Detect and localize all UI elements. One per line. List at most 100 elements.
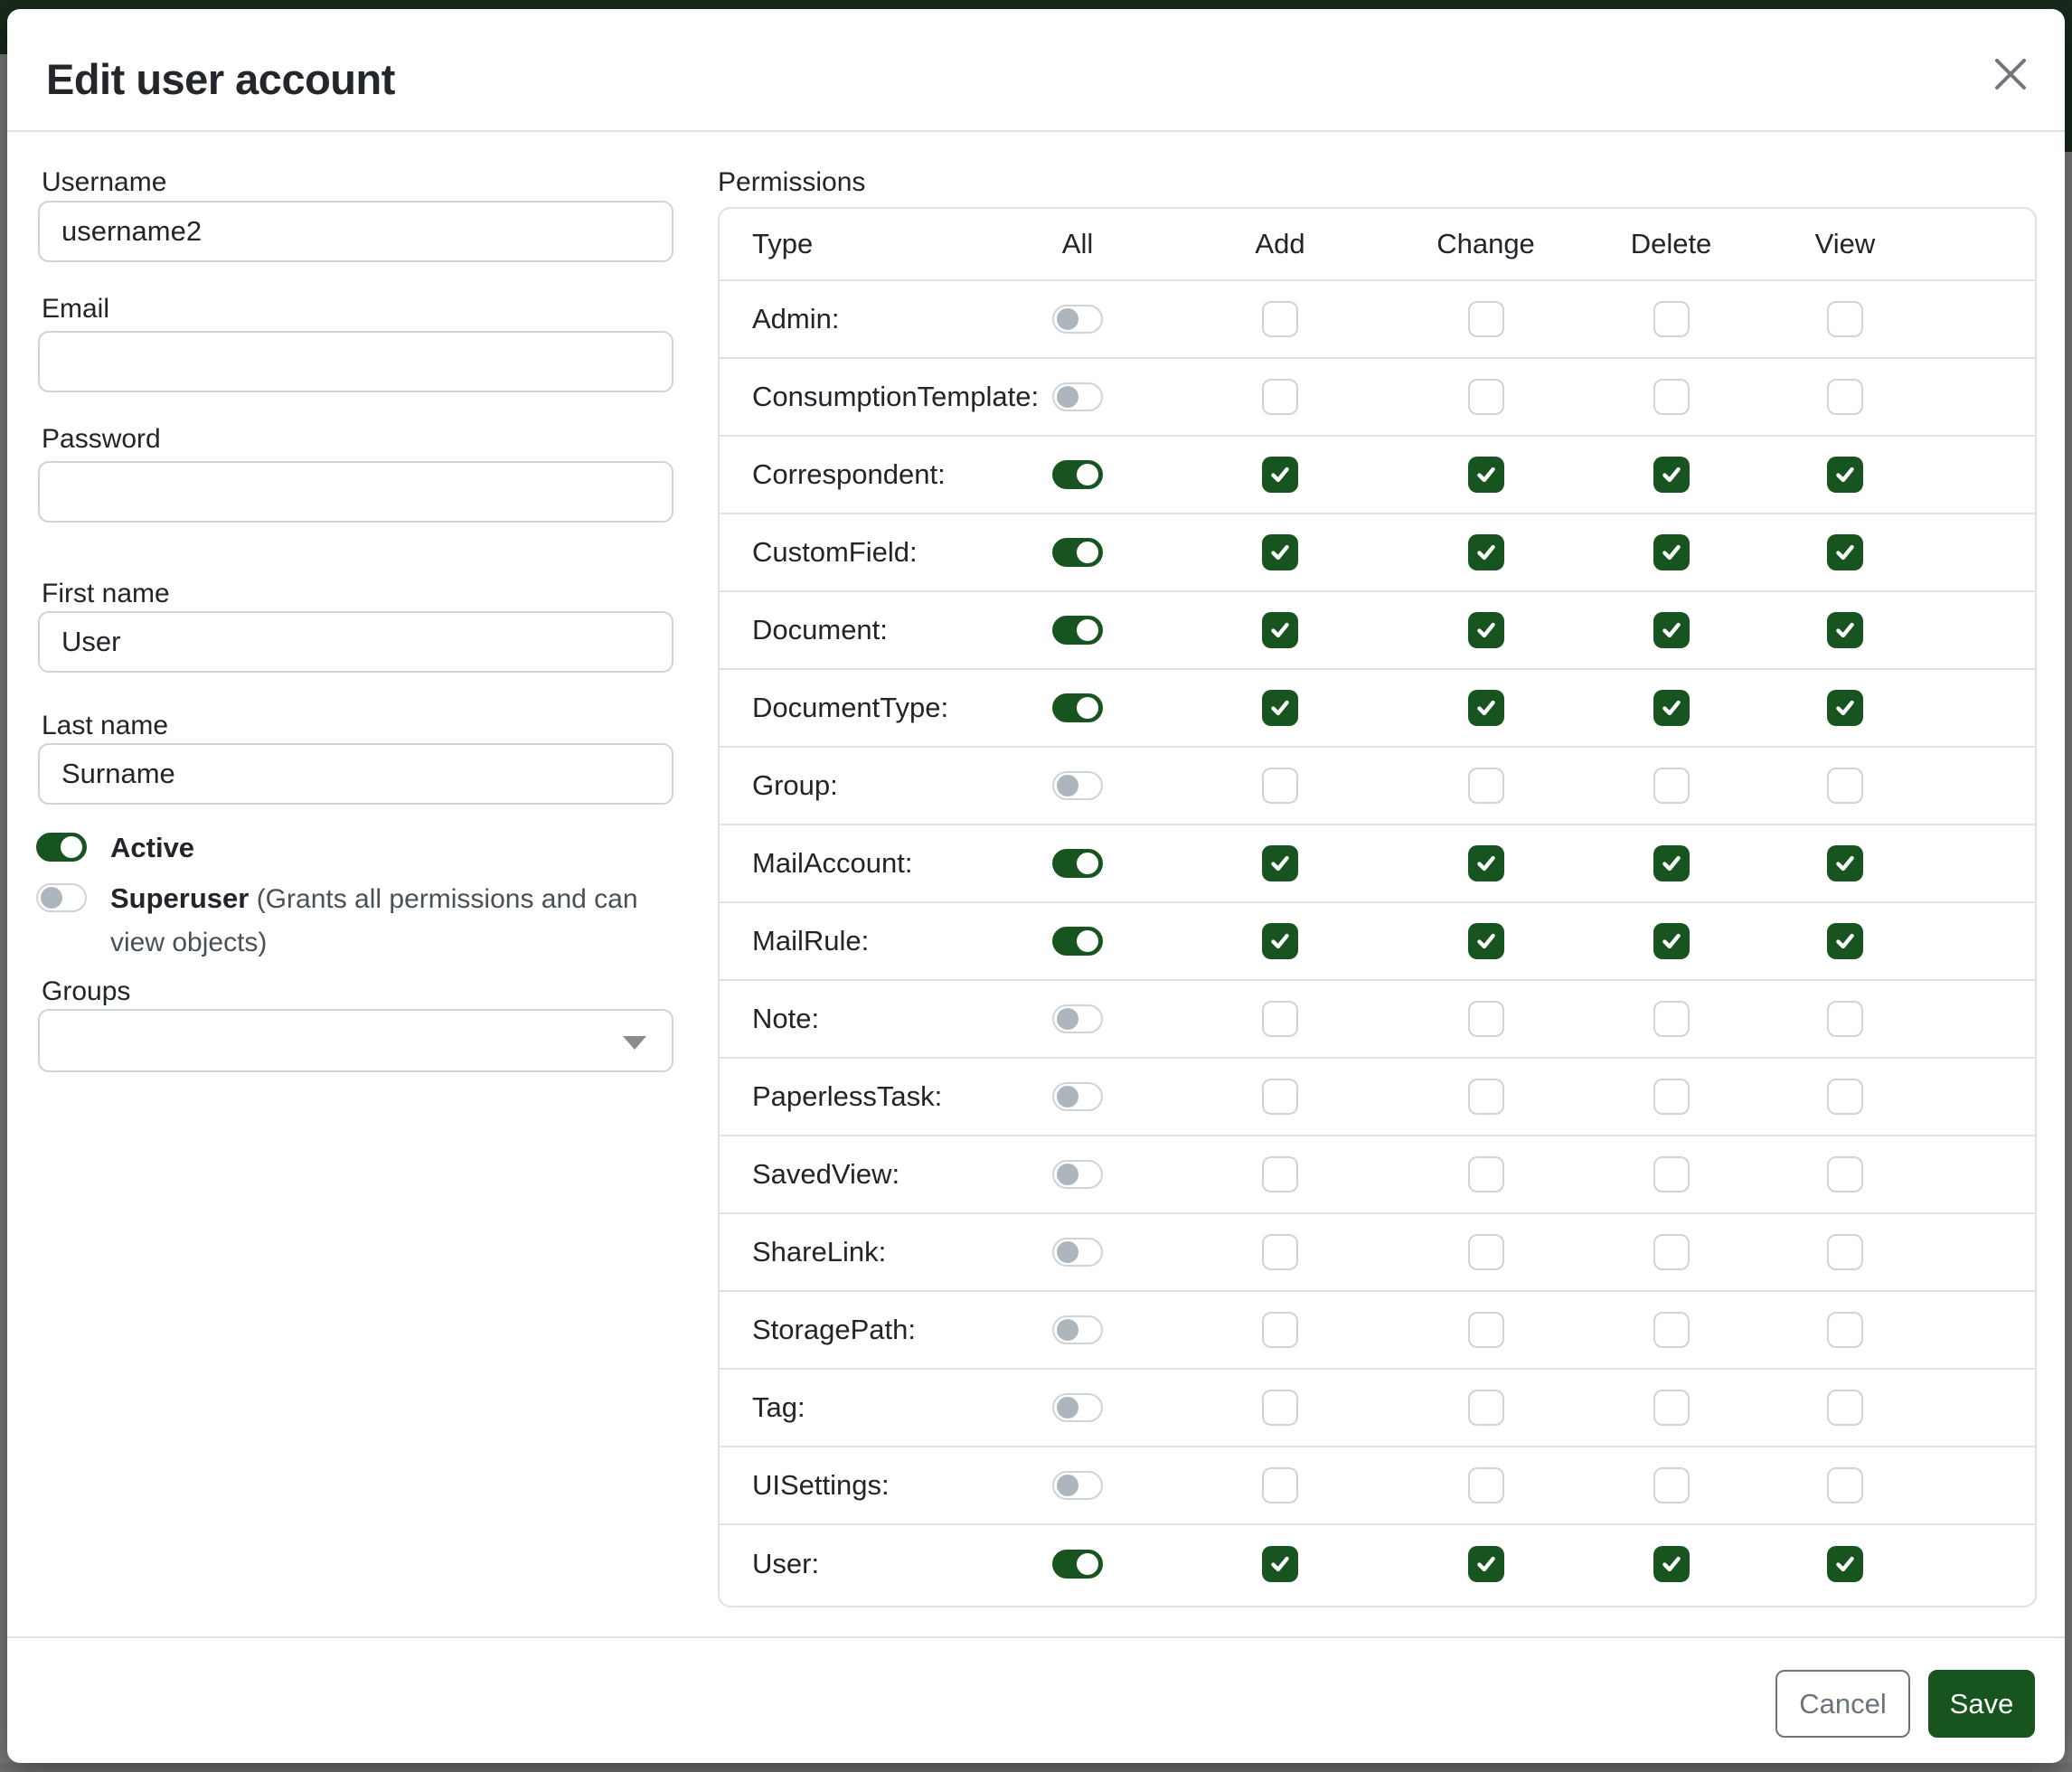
username-field[interactable] bbox=[38, 201, 673, 262]
delete-checkbox[interactable] bbox=[1653, 1234, 1690, 1270]
add-checkbox[interactable] bbox=[1262, 612, 1298, 648]
add-checkbox[interactable] bbox=[1262, 1390, 1298, 1426]
delete-checkbox[interactable] bbox=[1653, 768, 1690, 804]
add-checkbox[interactable] bbox=[1262, 1467, 1298, 1503]
change-checkbox[interactable] bbox=[1468, 1546, 1504, 1582]
delete-checkbox[interactable] bbox=[1653, 923, 1690, 959]
change-checkbox[interactable] bbox=[1468, 923, 1504, 959]
first-name-field[interactable] bbox=[38, 611, 673, 673]
all-toggle[interactable] bbox=[1052, 460, 1103, 489]
all-toggle[interactable] bbox=[1052, 927, 1103, 956]
all-toggle[interactable] bbox=[1052, 693, 1103, 722]
change-checkbox[interactable] bbox=[1468, 534, 1504, 570]
change-checkbox[interactable] bbox=[1468, 379, 1504, 415]
all-toggle[interactable] bbox=[1052, 1471, 1103, 1500]
password-field[interactable] bbox=[38, 461, 673, 523]
view-checkbox[interactable] bbox=[1827, 612, 1863, 648]
view-checkbox[interactable] bbox=[1827, 845, 1863, 881]
view-checkbox[interactable] bbox=[1827, 1390, 1863, 1426]
add-checkbox[interactable] bbox=[1262, 301, 1298, 337]
view-checkbox[interactable] bbox=[1827, 534, 1863, 570]
add-checkbox[interactable] bbox=[1262, 1001, 1298, 1037]
view-checkbox[interactable] bbox=[1827, 690, 1863, 726]
add-checkbox[interactable] bbox=[1262, 845, 1298, 881]
last-name-field[interactable] bbox=[38, 743, 673, 805]
add-checkbox[interactable] bbox=[1262, 534, 1298, 570]
all-toggle[interactable] bbox=[1052, 1238, 1103, 1267]
active-toggle[interactable] bbox=[36, 833, 87, 862]
change-checkbox[interactable] bbox=[1468, 1079, 1504, 1115]
add-checkbox[interactable] bbox=[1262, 1312, 1298, 1348]
all-toggle[interactable] bbox=[1052, 1393, 1103, 1422]
superuser-toggle[interactable] bbox=[36, 883, 87, 912]
all-toggle[interactable] bbox=[1052, 1160, 1103, 1189]
delete-checkbox[interactable] bbox=[1653, 457, 1690, 493]
add-checkbox[interactable] bbox=[1262, 379, 1298, 415]
change-checkbox[interactable] bbox=[1468, 1390, 1504, 1426]
email-field[interactable] bbox=[38, 331, 673, 392]
delete-checkbox[interactable] bbox=[1653, 534, 1690, 570]
delete-checkbox[interactable] bbox=[1653, 1467, 1690, 1503]
view-checkbox[interactable] bbox=[1827, 1079, 1863, 1115]
cancel-button[interactable]: Cancel bbox=[1775, 1670, 1910, 1738]
all-toggle[interactable] bbox=[1052, 616, 1103, 645]
all-toggle[interactable] bbox=[1052, 1004, 1103, 1033]
change-checkbox[interactable] bbox=[1468, 768, 1504, 804]
delete-checkbox[interactable] bbox=[1653, 1546, 1690, 1582]
change-checkbox[interactable] bbox=[1468, 1234, 1504, 1270]
add-checkbox[interactable] bbox=[1262, 457, 1298, 493]
view-checkbox[interactable] bbox=[1827, 923, 1863, 959]
view-checkbox[interactable] bbox=[1827, 457, 1863, 493]
delete-checkbox[interactable] bbox=[1653, 301, 1690, 337]
view-checkbox[interactable] bbox=[1827, 1312, 1863, 1348]
delete-checkbox[interactable] bbox=[1653, 690, 1690, 726]
add-checkbox[interactable] bbox=[1262, 1546, 1298, 1582]
change-checkbox[interactable] bbox=[1468, 301, 1504, 337]
modal-title: Edit user account bbox=[46, 54, 395, 104]
change-checkbox[interactable] bbox=[1468, 690, 1504, 726]
view-checkbox[interactable] bbox=[1827, 379, 1863, 415]
permission-type-label: Document: bbox=[720, 614, 979, 646]
all-toggle[interactable] bbox=[1052, 1082, 1103, 1111]
change-checkbox[interactable] bbox=[1468, 612, 1504, 648]
view-checkbox[interactable] bbox=[1827, 1156, 1863, 1192]
add-checkbox[interactable] bbox=[1262, 1079, 1298, 1115]
close-button[interactable] bbox=[1989, 52, 2032, 96]
all-toggle[interactable] bbox=[1052, 1315, 1103, 1344]
delete-checkbox[interactable] bbox=[1653, 1390, 1690, 1426]
add-checkbox[interactable] bbox=[1262, 1156, 1298, 1192]
view-checkbox[interactable] bbox=[1827, 301, 1863, 337]
delete-checkbox[interactable] bbox=[1653, 845, 1690, 881]
change-checkbox[interactable] bbox=[1468, 1467, 1504, 1503]
change-checkbox[interactable] bbox=[1468, 1156, 1504, 1192]
delete-checkbox[interactable] bbox=[1653, 1001, 1690, 1037]
change-checkbox[interactable] bbox=[1468, 457, 1504, 493]
add-checkbox[interactable] bbox=[1262, 1234, 1298, 1270]
change-checkbox[interactable] bbox=[1468, 1001, 1504, 1037]
add-checkbox[interactable] bbox=[1262, 923, 1298, 959]
delete-checkbox[interactable] bbox=[1653, 379, 1690, 415]
delete-checkbox[interactable] bbox=[1653, 1156, 1690, 1192]
all-toggle[interactable] bbox=[1052, 849, 1103, 878]
save-button[interactable]: Save bbox=[1928, 1670, 2035, 1738]
add-checkbox[interactable] bbox=[1262, 690, 1298, 726]
view-checkbox[interactable] bbox=[1827, 1546, 1863, 1582]
groups-select[interactable] bbox=[38, 1009, 673, 1072]
all-toggle[interactable] bbox=[1052, 305, 1103, 334]
delete-checkbox[interactable] bbox=[1653, 1312, 1690, 1348]
all-toggle[interactable] bbox=[1052, 538, 1103, 567]
view-checkbox[interactable] bbox=[1827, 768, 1863, 804]
all-toggle[interactable] bbox=[1052, 771, 1103, 800]
delete-checkbox[interactable] bbox=[1653, 1079, 1690, 1115]
view-checkbox[interactable] bbox=[1827, 1001, 1863, 1037]
change-checkbox[interactable] bbox=[1468, 845, 1504, 881]
check-icon bbox=[1268, 618, 1292, 642]
all-toggle[interactable] bbox=[1052, 1550, 1103, 1579]
all-toggle[interactable] bbox=[1052, 382, 1103, 411]
view-checkbox[interactable] bbox=[1827, 1467, 1863, 1503]
delete-checkbox[interactable] bbox=[1653, 612, 1690, 648]
toggle-knob bbox=[1057, 1008, 1078, 1030]
add-checkbox[interactable] bbox=[1262, 768, 1298, 804]
view-checkbox[interactable] bbox=[1827, 1234, 1863, 1270]
change-checkbox[interactable] bbox=[1468, 1312, 1504, 1348]
